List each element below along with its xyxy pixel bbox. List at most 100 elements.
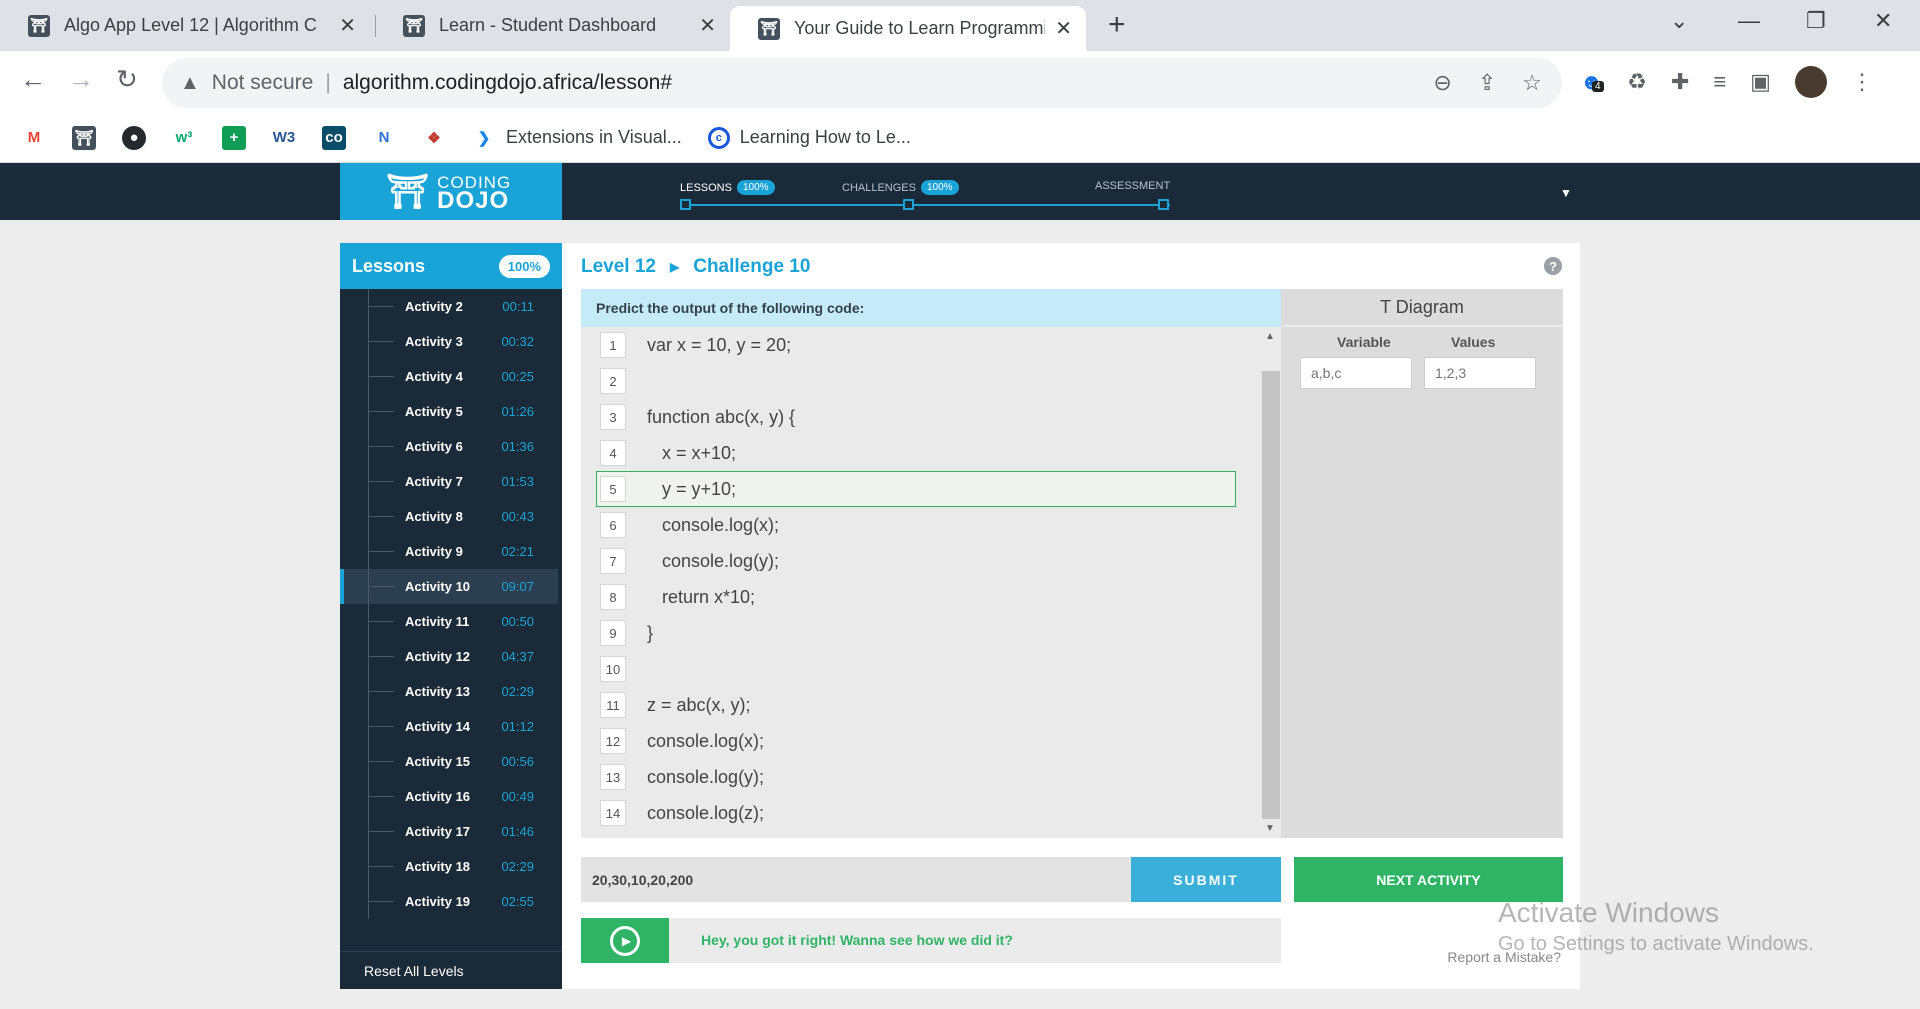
close-tab-icon[interactable]: ✕ (699, 13, 716, 38)
activity-label: Activity 3 (405, 334, 463, 349)
progress-lessons[interactable]: LESSONS 100% (680, 180, 775, 195)
close-tab-icon[interactable]: ✕ (1055, 16, 1072, 41)
code-text: console.log(y); (647, 550, 780, 571)
address-bar[interactable]: ▲ Not secure | algorithm.codingdojo.afri… (162, 58, 1562, 108)
browser-tab-3-active[interactable]: ⛩ Your Guide to Learn Programmin ✕ (730, 6, 1086, 51)
sidebar-item-activity[interactable]: Activity 4 00:25 (340, 359, 562, 394)
puzzle-extensions-icon[interactable]: ✚ (1671, 69, 1689, 95)
scroll-down-arrow-icon[interactable]: ▼ (1265, 823, 1275, 834)
github-icon[interactable]: ● (122, 125, 146, 150)
profile-avatar[interactable] (1794, 66, 1827, 98)
activity-label: Activity 11 (405, 614, 470, 629)
progress-assessment[interactable]: ASSESSMENT (1095, 180, 1170, 192)
sidebar-item-activity[interactable]: Activity 16 00:49 (340, 779, 562, 814)
sidebar-item-activity[interactable]: Activity 13 02:29 (340, 674, 562, 709)
extension-badge: 4 (1592, 81, 1604, 92)
activity-label: Activity 8 (405, 509, 463, 524)
minimize-icon[interactable]: — (1738, 8, 1760, 34)
sidebar-progress-badge: 100% (498, 254, 550, 278)
activity-label: Activity 6 (405, 439, 463, 454)
side-panel-icon[interactable]: ▣ (1750, 69, 1771, 95)
sidebar-item-activity[interactable]: Activity 14 01:12 (340, 709, 562, 744)
sidebar-item-activity[interactable]: Activity 8 00:43 (340, 499, 562, 534)
variable-input[interactable] (1300, 357, 1412, 389)
activity-label: Activity 5 (405, 404, 463, 419)
bookmark-star-icon[interactable]: ☆ (1522, 70, 1542, 96)
user-menu-caret-icon[interactable]: ▼ (1560, 186, 1572, 200)
bookmark-learning[interactable]: c Learning How to Le... (707, 126, 911, 149)
divider: | (325, 71, 331, 94)
browser-tab-1[interactable]: ⛩ Algo App Level 12 | Algorithm C ✕ (0, 0, 370, 51)
w3schools-icon[interactable]: w³ (172, 126, 196, 150)
submit-button[interactable]: SUBMIT (1131, 857, 1281, 902)
answer-input[interactable] (581, 857, 1131, 902)
bookmark-label: Learning How to Le... (739, 127, 911, 147)
share-icon[interactable]: ⇪ (1478, 70, 1496, 96)
zoom-out-icon[interactable]: ⊖ (1433, 70, 1451, 96)
sidebar-item-activity[interactable]: Activity 18 02:29 (340, 849, 562, 884)
line-number: 3 (600, 404, 626, 430)
code-scrollbar[interactable]: ▲ ▼ (1261, 327, 1281, 838)
codingdojo-icon[interactable]: ⛩ (72, 125, 96, 150)
browser-tab-bar: ⛩ Algo App Level 12 | Algorithm C ✕ ⛩ Le… (0, 0, 1920, 51)
values-input[interactable] (1424, 357, 1536, 389)
line-number: 8 (600, 584, 626, 610)
gmail-icon[interactable]: M (22, 126, 46, 150)
activity-label: Activity 18 (405, 859, 471, 874)
progress-challenges[interactable]: CHALLENGES 100% (842, 180, 959, 195)
sidebar-item-activity[interactable]: Activity 5 01:26 (340, 394, 562, 429)
tab-search-chevron-icon[interactable]: ⌄ (1670, 8, 1688, 34)
sidebar-item-activity[interactable]: Activity 3 00:32 (340, 324, 562, 359)
close-tab-icon[interactable]: ✕ (339, 13, 356, 38)
sidebar-item-activity[interactable]: Activity 2 00:11 (340, 289, 562, 324)
url-text[interactable]: algorithm.codingdojo.africa/lesson# (343, 71, 672, 95)
sidebar-item-activity[interactable]: Activity 17 01:46 (340, 814, 562, 849)
reset-all-levels-link[interactable]: Reset All Levels (340, 951, 562, 989)
code-line: 11 z = abc(x, y); (581, 687, 1261, 723)
sidebar-item-activity[interactable]: Activity 6 01:36 (340, 429, 562, 464)
tree-branch (368, 726, 394, 727)
t-diagram-title: T Diagram (1281, 289, 1563, 327)
progress-node-lessons (680, 199, 691, 210)
menu-kebab-icon[interactable]: ⋮ (1851, 69, 1873, 95)
w3-icon[interactable]: W3 (272, 126, 296, 150)
play-solution-button[interactable]: ▶ (581, 918, 669, 963)
reload-icon[interactable]: ↻ (116, 64, 138, 95)
codepen-icon[interactable]: co (322, 125, 346, 150)
sidebar-item-activity[interactable]: Activity 9 02:21 (340, 534, 562, 569)
browser-tab-2[interactable]: ⛩ Learn - Student Dashboard ✕ (375, 0, 730, 51)
plus-app-icon[interactable]: + (222, 125, 246, 150)
sidebar-item-activity[interactable]: Activity 10 09:07 (340, 569, 558, 604)
restore-icon[interactable]: ❐ (1806, 8, 1826, 34)
next-activity-button[interactable]: NEXT ACTIVITY (1294, 857, 1563, 902)
media-queue-icon[interactable]: ≡ (1713, 69, 1726, 95)
progress-label: LESSONS (680, 181, 732, 194)
line-number: 14 (600, 800, 626, 826)
diamond-icon[interactable]: ❖ (422, 126, 446, 150)
recycle-icon[interactable]: ♻ (1627, 69, 1647, 95)
sidebar-item-activity[interactable]: Activity 12 04:37 (340, 639, 562, 674)
scrollbar-thumb[interactable] (1262, 371, 1280, 819)
sidebar-item-activity[interactable]: Activity 19 02:55 (340, 884, 562, 919)
activity-time: 01:53 (501, 474, 534, 489)
help-question-icon[interactable]: ? (1544, 257, 1562, 275)
scroll-up-arrow-icon[interactable]: ▲ (1265, 331, 1275, 342)
line-number: 9 (600, 620, 626, 646)
code-text: console.log(y); (647, 766, 765, 787)
sidebar-item-activity[interactable]: Activity 11 00:50 (340, 604, 562, 639)
back-arrow-icon[interactable]: ← (20, 64, 46, 95)
progress-label: CHALLENGES (842, 181, 916, 194)
forward-arrow-icon[interactable]: → (68, 64, 94, 95)
extension-ghost-icon[interactable]: ☻4 (1580, 69, 1604, 95)
progress-node-assessment (1158, 199, 1169, 210)
window-close-icon[interactable]: ✕ (1874, 8, 1892, 34)
new-tab-plus-icon[interactable]: + (1108, 8, 1126, 42)
n-icon[interactable]: N (372, 126, 396, 150)
sidebar-item-activity[interactable]: Activity 7 01:53 (340, 464, 562, 499)
breadcrumb-level[interactable]: Level 12 (581, 256, 656, 278)
coding-dojo-logo[interactable]: ⛩ CODING DOJO (340, 163, 562, 220)
bookmark-vscode[interactable]: ❯ Extensions in Visual... (472, 126, 682, 150)
sidebar-item-activity[interactable]: Activity 15 00:56 (340, 744, 562, 779)
codingdojo-favicon-icon: ⛩ (758, 17, 780, 40)
watermark-line-1: Activate Windows (1498, 897, 1719, 928)
